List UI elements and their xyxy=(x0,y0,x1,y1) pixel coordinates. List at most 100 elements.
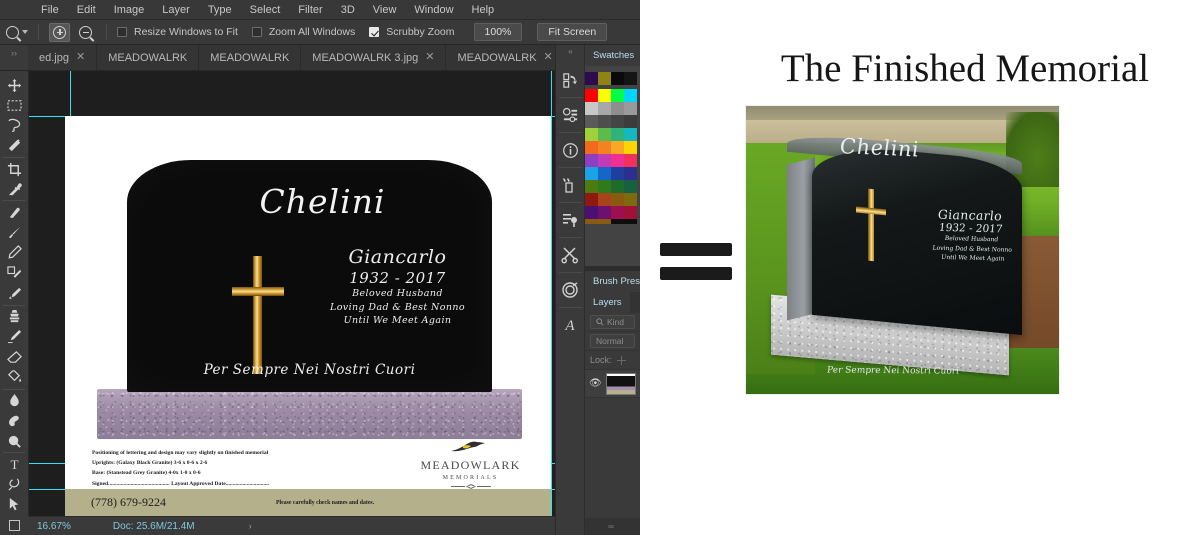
lasso-tool[interactable] xyxy=(0,116,29,136)
swatch[interactable] xyxy=(624,102,637,115)
swatch[interactable] xyxy=(598,180,611,193)
fit-screen-button[interactable]: Fit Screen xyxy=(537,22,608,42)
swatch[interactable] xyxy=(611,206,624,219)
swatch[interactable] xyxy=(585,193,598,206)
swatch[interactable] xyxy=(598,72,611,85)
scrubby-zoom-checkbox[interactable]: Scrubby Zoom xyxy=(369,26,455,38)
swatch[interactable] xyxy=(598,167,611,180)
swatch[interactable] xyxy=(611,141,624,154)
swatch[interactable] xyxy=(624,115,637,128)
swatch[interactable] xyxy=(585,219,611,224)
layers-filter-kind[interactable]: Kind xyxy=(590,315,635,329)
actions-icon[interactable] xyxy=(556,203,585,237)
swatch-row[interactable] xyxy=(585,154,640,167)
status-zoom-level[interactable]: 16.67% xyxy=(37,521,71,532)
swatch[interactable] xyxy=(611,89,624,102)
eyedropper-tool[interactable] xyxy=(0,179,29,199)
swatch-row[interactable] xyxy=(585,206,640,219)
swatch[interactable] xyxy=(624,89,637,102)
type-tool[interactable]: T xyxy=(0,454,29,474)
layers-panel-footer[interactable]: ∞ xyxy=(585,518,640,535)
creative-cloud-icon[interactable] xyxy=(556,273,585,307)
blur-tool[interactable] xyxy=(0,390,29,410)
document-tab-ed-jpg[interactable]: ed.jpg ✕ xyxy=(28,45,98,70)
swatch-row[interactable] xyxy=(585,219,640,224)
menu-item-window[interactable]: Window xyxy=(405,0,462,20)
healing-brush-tool[interactable] xyxy=(0,202,29,222)
document-canvas[interactable]: Chelini Giancarlo 1932 - 2017 Beloved Hu… xyxy=(65,116,551,516)
swatch[interactable] xyxy=(598,115,611,128)
swatch[interactable] xyxy=(585,167,598,180)
swatch[interactable] xyxy=(598,128,611,141)
swatch[interactable] xyxy=(611,128,624,141)
menu-item-image[interactable]: Image xyxy=(105,0,154,20)
swatch[interactable] xyxy=(598,206,611,219)
status-expand-icon[interactable]: › xyxy=(249,521,252,531)
close-icon[interactable]: ✕ xyxy=(425,52,434,63)
swatch[interactable] xyxy=(585,141,598,154)
adjustments-icon[interactable] xyxy=(556,98,585,132)
tab-layers[interactable]: Layers xyxy=(585,292,630,313)
swatch[interactable] xyxy=(585,180,598,193)
pen-tool[interactable] xyxy=(0,474,29,494)
close-icon[interactable]: ✕ xyxy=(544,52,553,63)
zoom-all-windows-checkbox[interactable]: Zoom All Windows xyxy=(251,26,355,38)
swatch[interactable] xyxy=(598,141,611,154)
swatch[interactable] xyxy=(624,193,637,206)
chevron-down-icon[interactable] xyxy=(22,30,28,34)
zoom-in-button[interactable] xyxy=(49,22,70,42)
pattern-stamp-tool[interactable] xyxy=(0,327,29,347)
brush-tool[interactable] xyxy=(0,223,29,243)
swatch[interactable] xyxy=(585,206,598,219)
tool-preset-icon[interactable] xyxy=(556,168,585,202)
swatch[interactable] xyxy=(585,128,598,141)
swatch[interactable] xyxy=(624,206,637,219)
swatch[interactable] xyxy=(598,193,611,206)
swatch[interactable] xyxy=(585,102,598,115)
menu-item-help[interactable]: Help xyxy=(463,0,504,20)
swatch[interactable] xyxy=(624,154,637,167)
menu-item-file[interactable]: File xyxy=(32,0,68,20)
pencil-tool[interactable] xyxy=(0,243,29,263)
swatch-row[interactable] xyxy=(585,167,640,180)
menu-item-view[interactable]: View xyxy=(364,0,406,20)
swatch[interactable] xyxy=(585,72,598,85)
tab-brush-presets[interactable]: Brush Pres xyxy=(585,271,640,292)
guide-vertical-right[interactable] xyxy=(551,71,552,516)
menu-item-type[interactable]: Type xyxy=(199,0,241,20)
magic-wand-tool[interactable] xyxy=(0,136,29,156)
swatches-panel[interactable] xyxy=(585,66,640,266)
swatch-row[interactable] xyxy=(585,193,640,206)
blend-mode-row[interactable]: Normal xyxy=(585,332,640,351)
document-tab-meadowalrk-2[interactable]: MEADOWALRK xyxy=(199,45,302,70)
layer-thumbnail[interactable] xyxy=(606,372,636,395)
swatch[interactable] xyxy=(624,180,637,193)
layers-filter-row[interactable]: Kind xyxy=(585,313,640,332)
swatch[interactable] xyxy=(585,89,598,102)
document-tab-meadowalrk-3[interactable]: MEADOWALRK 3.jpg ✕ xyxy=(301,45,447,70)
clone-stamp-tool[interactable] xyxy=(0,306,29,326)
swatch[interactable] xyxy=(611,180,624,193)
swatch[interactable] xyxy=(585,115,598,128)
swatch[interactable] xyxy=(611,72,624,85)
document-tab-meadowalrk-4[interactable]: MEADOWALRK ✕ xyxy=(446,45,565,70)
resize-windows-to-fit-checkbox[interactable]: Resize Windows to Fit xyxy=(117,26,238,38)
dodge-tool[interactable] xyxy=(0,431,29,451)
swatch[interactable] xyxy=(585,154,598,167)
swatch-row-recent[interactable] xyxy=(585,72,640,85)
swatch[interactable] xyxy=(624,128,637,141)
marquee-tool[interactable] xyxy=(0,95,29,115)
active-tool-indicator[interactable] xyxy=(6,25,28,39)
swatch-row[interactable] xyxy=(585,115,640,128)
collapse-panel-icon[interactable]: « xyxy=(556,47,585,56)
swatch-row[interactable] xyxy=(585,128,640,141)
history-brush-tool[interactable] xyxy=(0,283,29,303)
swatch[interactable] xyxy=(611,154,624,167)
glyphs-icon[interactable]: A xyxy=(556,308,585,342)
swatch[interactable] xyxy=(611,193,624,206)
swatch[interactable] xyxy=(611,219,637,224)
tab-swatches[interactable]: Swatches xyxy=(585,45,640,66)
canvas-area[interactable]: Chelini Giancarlo 1932 - 2017 Beloved Hu… xyxy=(29,71,555,516)
path-selection-tool[interactable] xyxy=(0,495,29,515)
swatch[interactable] xyxy=(624,141,637,154)
